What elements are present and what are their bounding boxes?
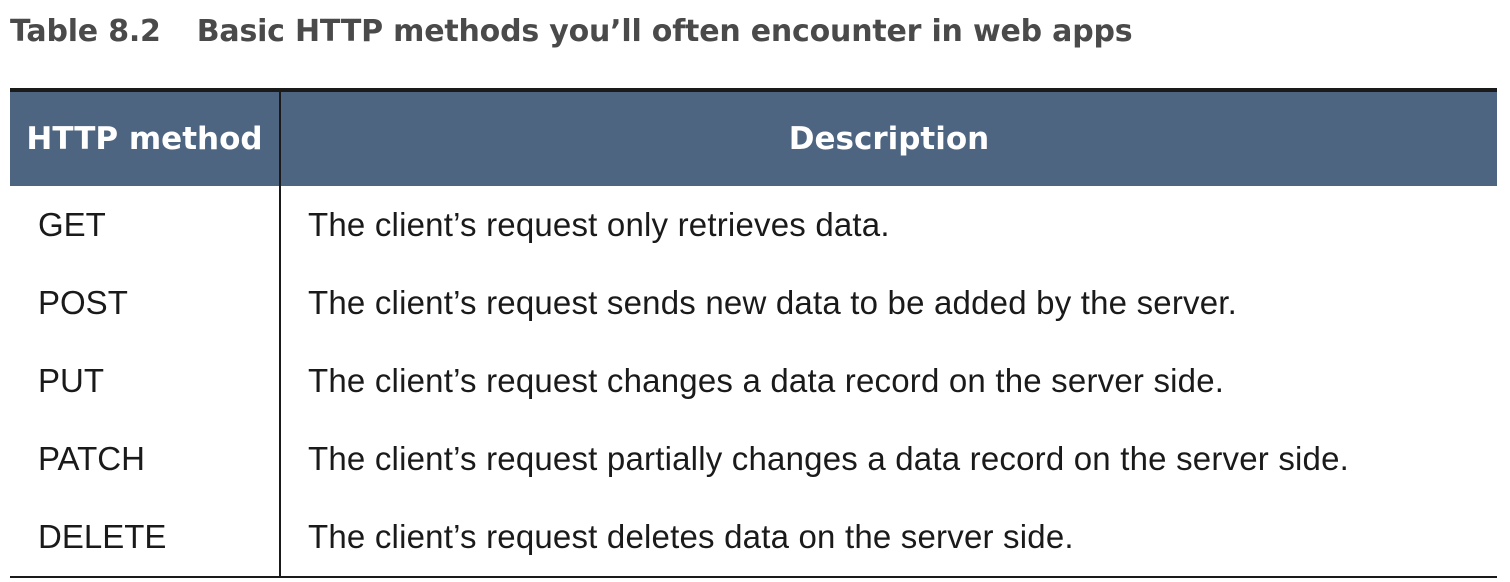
method-cell: DELETE [10,498,281,576]
table-row: PUT The client’s request changes a data … [10,342,1497,420]
table-title: Basic HTTP methods you’ll often encounte… [196,14,1133,49]
description-cell: The client’s request sends new data to b… [308,284,1238,321]
http-methods-table: HTTP method Description GET The client’s… [10,88,1497,578]
table-row: GET The client’s request only retrieves … [10,186,1497,264]
table-caption: Table 8.2 Basic HTTP methods you’ll often… [10,14,1133,49]
table-row: DELETE The client’s request deletes data… [10,498,1497,576]
column-header-method: HTTP method [10,92,281,186]
table-number: Table 8.2 [10,14,161,49]
table-header-row: HTTP method Description [10,92,1497,186]
method-cell: POST [10,264,281,342]
method-cell: GET [10,186,281,264]
description-cell: The client’s request deletes data on the… [308,518,1074,555]
table-row: PATCH The client’s request partially cha… [10,420,1497,498]
description-cell: The client’s request changes a data reco… [308,362,1225,399]
description-cell: The client’s request partially changes a… [308,440,1350,477]
table-row: POST The client’s request sends new data… [10,264,1497,342]
method-cell: PATCH [10,420,281,498]
method-cell: PUT [10,342,281,420]
column-header-description: Description [788,121,990,157]
description-cell: The client’s request only retrieves data… [308,206,890,243]
